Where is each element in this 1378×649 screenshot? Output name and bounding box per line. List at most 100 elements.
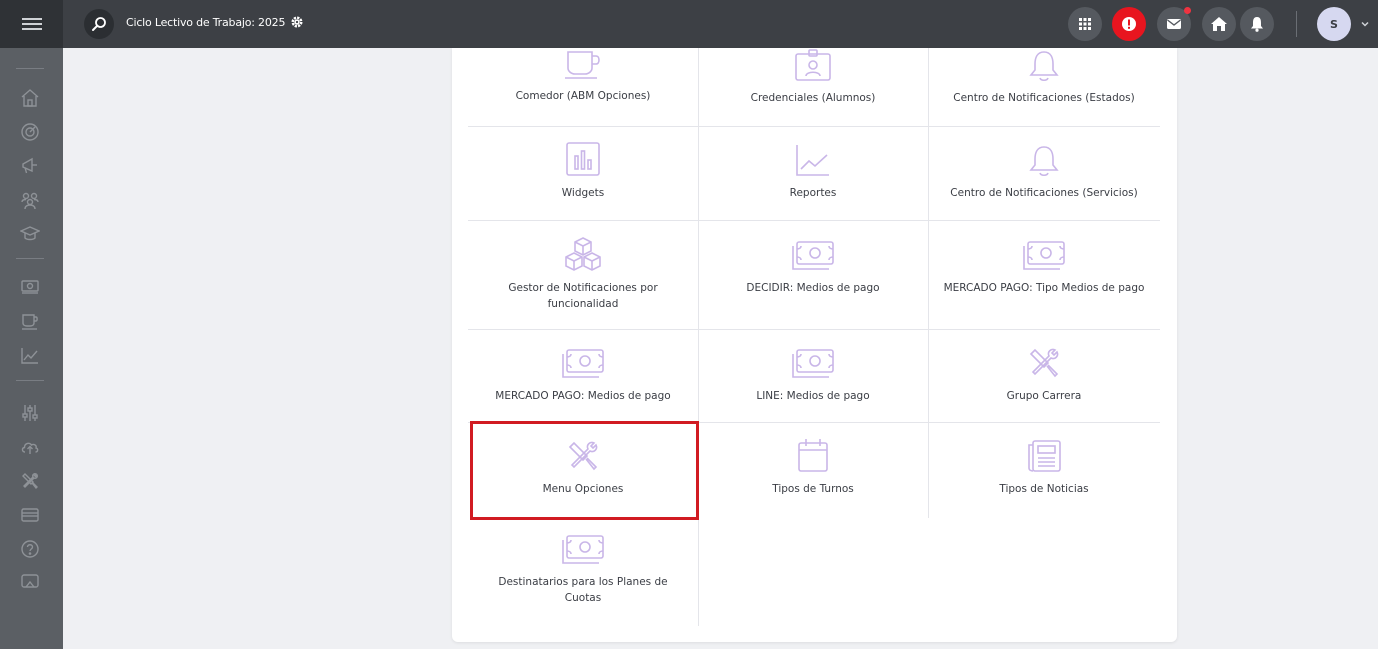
option-centro-notificaciones-servicios[interactable]: Centro de Notificaciones (Servicios) <box>928 141 1160 201</box>
option-label: Comedor (ABM Opciones) <box>515 90 651 102</box>
tools-icon <box>22 473 38 490</box>
hamburger-menu-button[interactable] <box>0 0 63 48</box>
credit-card-icon <box>21 508 39 522</box>
bell-icon <box>1029 51 1059 82</box>
option-label: MERCADO PAGO: Medios de pago <box>495 390 671 402</box>
top-bar: Ciclo Lectivo de Trabajo: 2025 S <box>0 0 1378 48</box>
sidebar-item-announcements[interactable] <box>19 155 41 177</box>
sidebar <box>0 48 63 649</box>
envelope-icon <box>1167 19 1181 29</box>
tools-icon <box>1029 348 1059 378</box>
chevron-down-icon[interactable] <box>1360 19 1370 29</box>
bar-chart-icon <box>566 142 600 176</box>
sidebar-item-display[interactable] <box>19 571 41 593</box>
help-icon <box>21 540 39 558</box>
money-icon <box>792 241 834 270</box>
grid-divider <box>468 220 1160 221</box>
money-icon <box>792 349 834 378</box>
option-label: Credenciales (Alumnos) <box>750 92 876 104</box>
option-mercado-pago-tipo-medios[interactable]: MERCADO PAGO: Tipo Medios de pago <box>928 236 1160 296</box>
option-label: Tipos de Noticias <box>999 483 1089 495</box>
money-icon <box>562 535 604 564</box>
notifications-button[interactable] <box>1240 7 1274 41</box>
option-label: Grupo Carrera <box>1006 390 1082 402</box>
messages-button[interactable] <box>1157 7 1191 41</box>
sidebar-item-users[interactable] <box>19 189 41 211</box>
alert-button[interactable] <box>1112 7 1146 41</box>
option-widgets[interactable]: Widgets <box>468 141 698 201</box>
option-label: Tipos de Turnos <box>772 483 854 495</box>
money-icon <box>21 280 39 294</box>
sidebar-item-billing[interactable] <box>19 504 41 526</box>
cup-icon <box>22 314 38 330</box>
search-icon <box>92 17 106 31</box>
option-tipos-turnos[interactable]: Tipos de Turnos <box>698 437 928 497</box>
sidebar-item-tools[interactable] <box>19 470 41 492</box>
option-grupo-carrera[interactable]: Grupo Carrera <box>928 344 1160 404</box>
gear-icon[interactable] <box>290 15 304 29</box>
cup-icon <box>565 51 600 79</box>
grid-icon <box>1079 18 1091 30</box>
option-label: Destinatarios para los Planes de Cuotas <box>498 576 668 604</box>
option-decidir-medios-pago[interactable]: DECIDIR: Medios de pago <box>698 236 928 296</box>
option-reportes[interactable]: Reportes <box>698 141 928 201</box>
option-label: Reportes <box>789 187 837 199</box>
sidebar-item-academic[interactable] <box>19 223 41 245</box>
option-label: Centro de Notificaciones (Estados) <box>953 92 1135 104</box>
apps-grid-button[interactable] <box>1068 7 1102 41</box>
sliders-icon <box>22 405 38 421</box>
option-credenciales[interactable]: Credenciales (Alumnos) <box>698 48 928 106</box>
id-badge-icon <box>795 49 831 81</box>
option-label: Centro de Notificaciones (Servicios) <box>950 187 1138 199</box>
option-gestor-notificaciones[interactable]: Gestor de Notificaciones por funcionalid… <box>468 236 698 312</box>
user-avatar[interactable]: S <box>1317 7 1351 41</box>
sidebar-divider <box>16 380 44 381</box>
search-button[interactable] <box>84 9 114 39</box>
money-icon <box>562 349 604 378</box>
sidebar-item-help[interactable] <box>19 538 41 560</box>
exclamation-icon <box>1122 17 1136 31</box>
graduation-cap-icon <box>20 226 40 241</box>
highlight-box <box>470 421 699 520</box>
sidebar-divider <box>16 258 44 259</box>
option-mercado-pago-medios[interactable]: MERCADO PAGO: Medios de pago <box>468 344 698 404</box>
megaphone-icon <box>22 157 37 174</box>
line-chart-icon <box>21 348 38 364</box>
sidebar-item-dashboard[interactable] <box>19 121 41 143</box>
sidebar-item-upload[interactable] <box>19 436 41 458</box>
home-button[interactable] <box>1202 7 1236 41</box>
home-icon <box>21 89 39 107</box>
money-icon <box>1023 241 1065 270</box>
option-tipos-noticias[interactable]: Tipos de Noticias <box>928 437 1160 497</box>
screen-cast-icon <box>21 574 39 588</box>
calendar-icon <box>798 439 828 472</box>
sidebar-item-settings[interactable] <box>19 402 41 424</box>
sidebar-item-reports[interactable] <box>19 344 41 366</box>
option-line-medios-pago[interactable]: LINE: Medios de pago <box>698 344 928 404</box>
option-label: Gestor de Notificaciones por funcionalid… <box>508 282 658 310</box>
line-chart-icon <box>796 145 829 176</box>
unread-dot <box>1184 7 1191 14</box>
grid-divider <box>698 48 699 626</box>
bell-icon <box>1029 146 1059 177</box>
users-icon <box>21 192 39 210</box>
option-centro-notificaciones-estados[interactable]: Centro de Notificaciones (Estados) <box>928 48 1160 106</box>
sidebar-item-payments[interactable] <box>19 276 41 298</box>
sidebar-divider <box>16 68 44 69</box>
gauge-icon <box>21 123 39 141</box>
option-comedor[interactable]: Comedor (ABM Opciones) <box>468 48 698 104</box>
grid-divider <box>468 126 1160 127</box>
option-destinatarios-planes-cuotas[interactable]: Destinatarios para los Planes de Cuotas <box>468 530 698 606</box>
bell-icon <box>1251 17 1263 32</box>
topbar-divider <box>1296 11 1297 37</box>
sidebar-item-dining[interactable] <box>19 310 41 332</box>
option-label: LINE: Medios de pago <box>756 390 870 402</box>
cloud-upload-icon <box>21 442 39 454</box>
option-label: MERCADO PAGO: Tipo Medios de pago <box>943 282 1145 294</box>
option-label: DECIDIR: Medios de pago <box>746 282 880 294</box>
grid-divider <box>468 329 1160 330</box>
boxes-icon <box>565 237 601 271</box>
sidebar-item-home[interactable] <box>19 87 41 109</box>
newspaper-icon <box>1028 440 1061 472</box>
home-icon <box>1211 17 1227 31</box>
